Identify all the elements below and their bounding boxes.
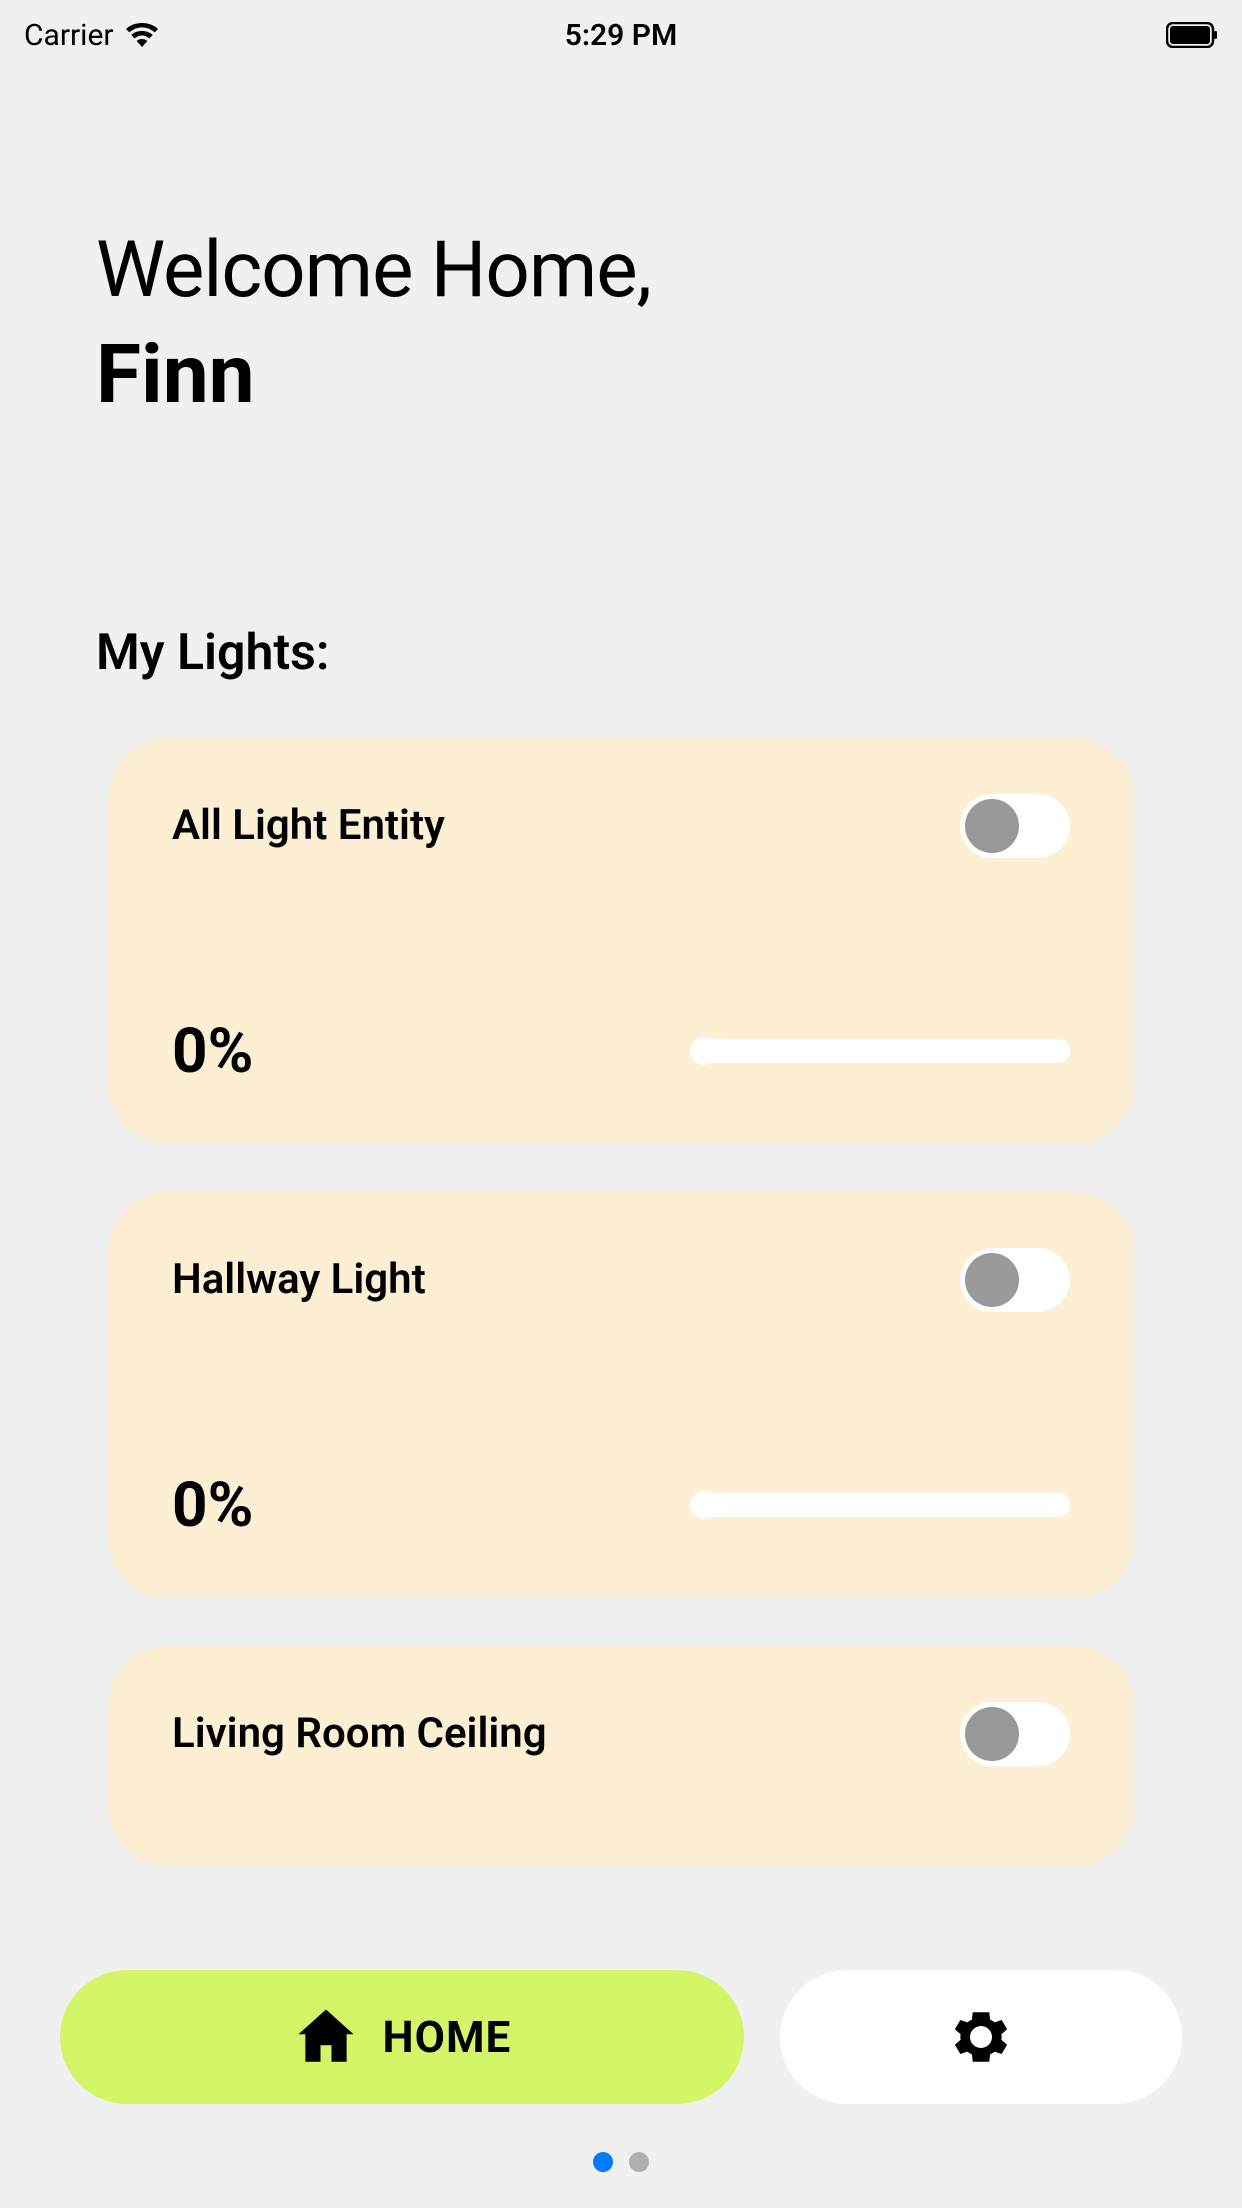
welcome-label: Welcome Home, (96, 224, 1146, 318)
card-header: All Light Entity (172, 794, 1070, 858)
light-name: Living Room Ceiling (172, 1709, 547, 1758)
status-bar-left: Carrier (24, 18, 158, 53)
card-bottom: 0% (172, 1469, 1070, 1542)
home-button[interactable]: HOME (60, 1970, 744, 2104)
brightness-slider[interactable] (690, 1493, 1070, 1517)
wifi-icon (126, 23, 158, 47)
status-time: 5:29 PM (565, 18, 678, 53)
light-card-hallway[interactable]: Hallway Light 0% (108, 1192, 1134, 1598)
light-card-living-room[interactable]: Living Room Ceiling (108, 1646, 1134, 1866)
brightness-value: 0% (172, 1015, 253, 1088)
battery-icon (1166, 22, 1218, 48)
brightness-value: 0% (172, 1469, 253, 1542)
light-name: Hallway Light (172, 1255, 426, 1304)
home-icon (293, 2004, 359, 2070)
bottom-nav: HOME (60, 1970, 1182, 2104)
light-card-all[interactable]: All Light Entity 0% (108, 738, 1134, 1144)
carrier-label: Carrier (24, 18, 114, 53)
card-bottom: 0% (172, 1015, 1070, 1088)
light-toggle[interactable] (960, 1248, 1070, 1312)
lights-container: All Light Entity 0% Hallway Light (96, 738, 1146, 1866)
toggle-knob (965, 1253, 1019, 1307)
card-header: Living Room Ceiling (172, 1702, 1070, 1766)
toggle-knob (965, 799, 1019, 853)
section-title: My Lights: (96, 624, 1146, 682)
toggle-knob (965, 1707, 1019, 1761)
gear-icon (948, 2004, 1014, 2070)
brightness-slider[interactable] (690, 1039, 1070, 1063)
main-content: Welcome Home, Finn My Lights: All Light … (0, 64, 1242, 1866)
light-name: All Light Entity (172, 801, 445, 850)
home-label: HOME (383, 2011, 512, 2063)
slider-thumb (690, 1037, 718, 1065)
page-indicator (593, 2152, 649, 2172)
status-bar-right (1166, 22, 1218, 48)
status-bar: Carrier 5:29 PM (0, 0, 1242, 64)
user-name: Finn (96, 326, 1146, 424)
settings-button[interactable] (780, 1970, 1182, 2104)
page-dot-active[interactable] (593, 2152, 613, 2172)
page-dot[interactable] (629, 2152, 649, 2172)
light-toggle[interactable] (960, 794, 1070, 858)
card-header: Hallway Light (172, 1248, 1070, 1312)
slider-thumb (690, 1491, 718, 1519)
light-toggle[interactable] (960, 1702, 1070, 1766)
